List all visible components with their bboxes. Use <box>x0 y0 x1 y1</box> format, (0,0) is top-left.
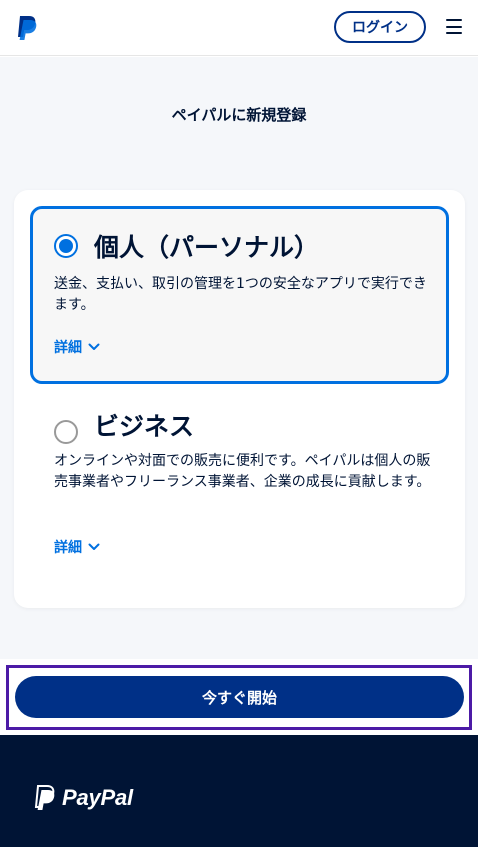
business-details-link[interactable]: 詳細 <box>54 537 100 557</box>
cta-area: 今すぐ開始 <box>0 659 478 735</box>
hamburger-menu-icon[interactable] <box>446 19 462 34</box>
chevron-down-icon <box>88 543 100 550</box>
personal-details-label: 詳細 <box>54 340 82 356</box>
option-business-description: オンラインや対面での販売に便利です。ペイパルは個人の販売事業者やフリーランス事業… <box>54 453 431 490</box>
option-business-title: ビジネス <box>94 412 195 441</box>
option-personal[interactable]: 個人（パーソナル） 送金、支払い、取引の管理を1つの安全なアプリで実行できます。… <box>30 206 449 384</box>
top-header: ログイン <box>0 0 478 56</box>
option-personal-title: 個人（パーソナル） <box>94 233 320 262</box>
option-personal-description: 送金、支払い、取引の管理を1つの安全なアプリで実行できます。 <box>54 276 427 313</box>
signup-main: ペイパルに新規登録 個人（パーソナル） 送金、支払い、取引の管理を1つの安全なア… <box>0 57 478 659</box>
start-now-button[interactable]: 今すぐ開始 <box>15 676 464 718</box>
paypal-p-icon <box>34 785 55 810</box>
business-radio[interactable] <box>54 420 78 444</box>
personal-radio[interactable] <box>54 234 78 258</box>
chevron-down-icon <box>88 343 100 350</box>
paypal-logo-icon[interactable] <box>16 15 38 41</box>
footer-logo[interactable]: PayPal <box>34 785 133 811</box>
option-business[interactable]: ビジネス オンラインや対面での販売に便利です。ペイパルは個人の販売事業者やフリー… <box>30 400 449 600</box>
business-details-label: 詳細 <box>54 540 82 556</box>
login-button[interactable]: ログイン <box>334 11 426 43</box>
personal-details-link[interactable]: 詳細 <box>54 337 100 357</box>
page-title: ペイパルに新規登録 <box>171 106 307 124</box>
footer: PayPal <box>0 735 478 847</box>
footer-brand-text: PayPal <box>62 785 133 810</box>
account-type-card: 個人（パーソナル） 送金、支払い、取引の管理を1つの安全なアプリで実行できます。… <box>14 190 465 608</box>
